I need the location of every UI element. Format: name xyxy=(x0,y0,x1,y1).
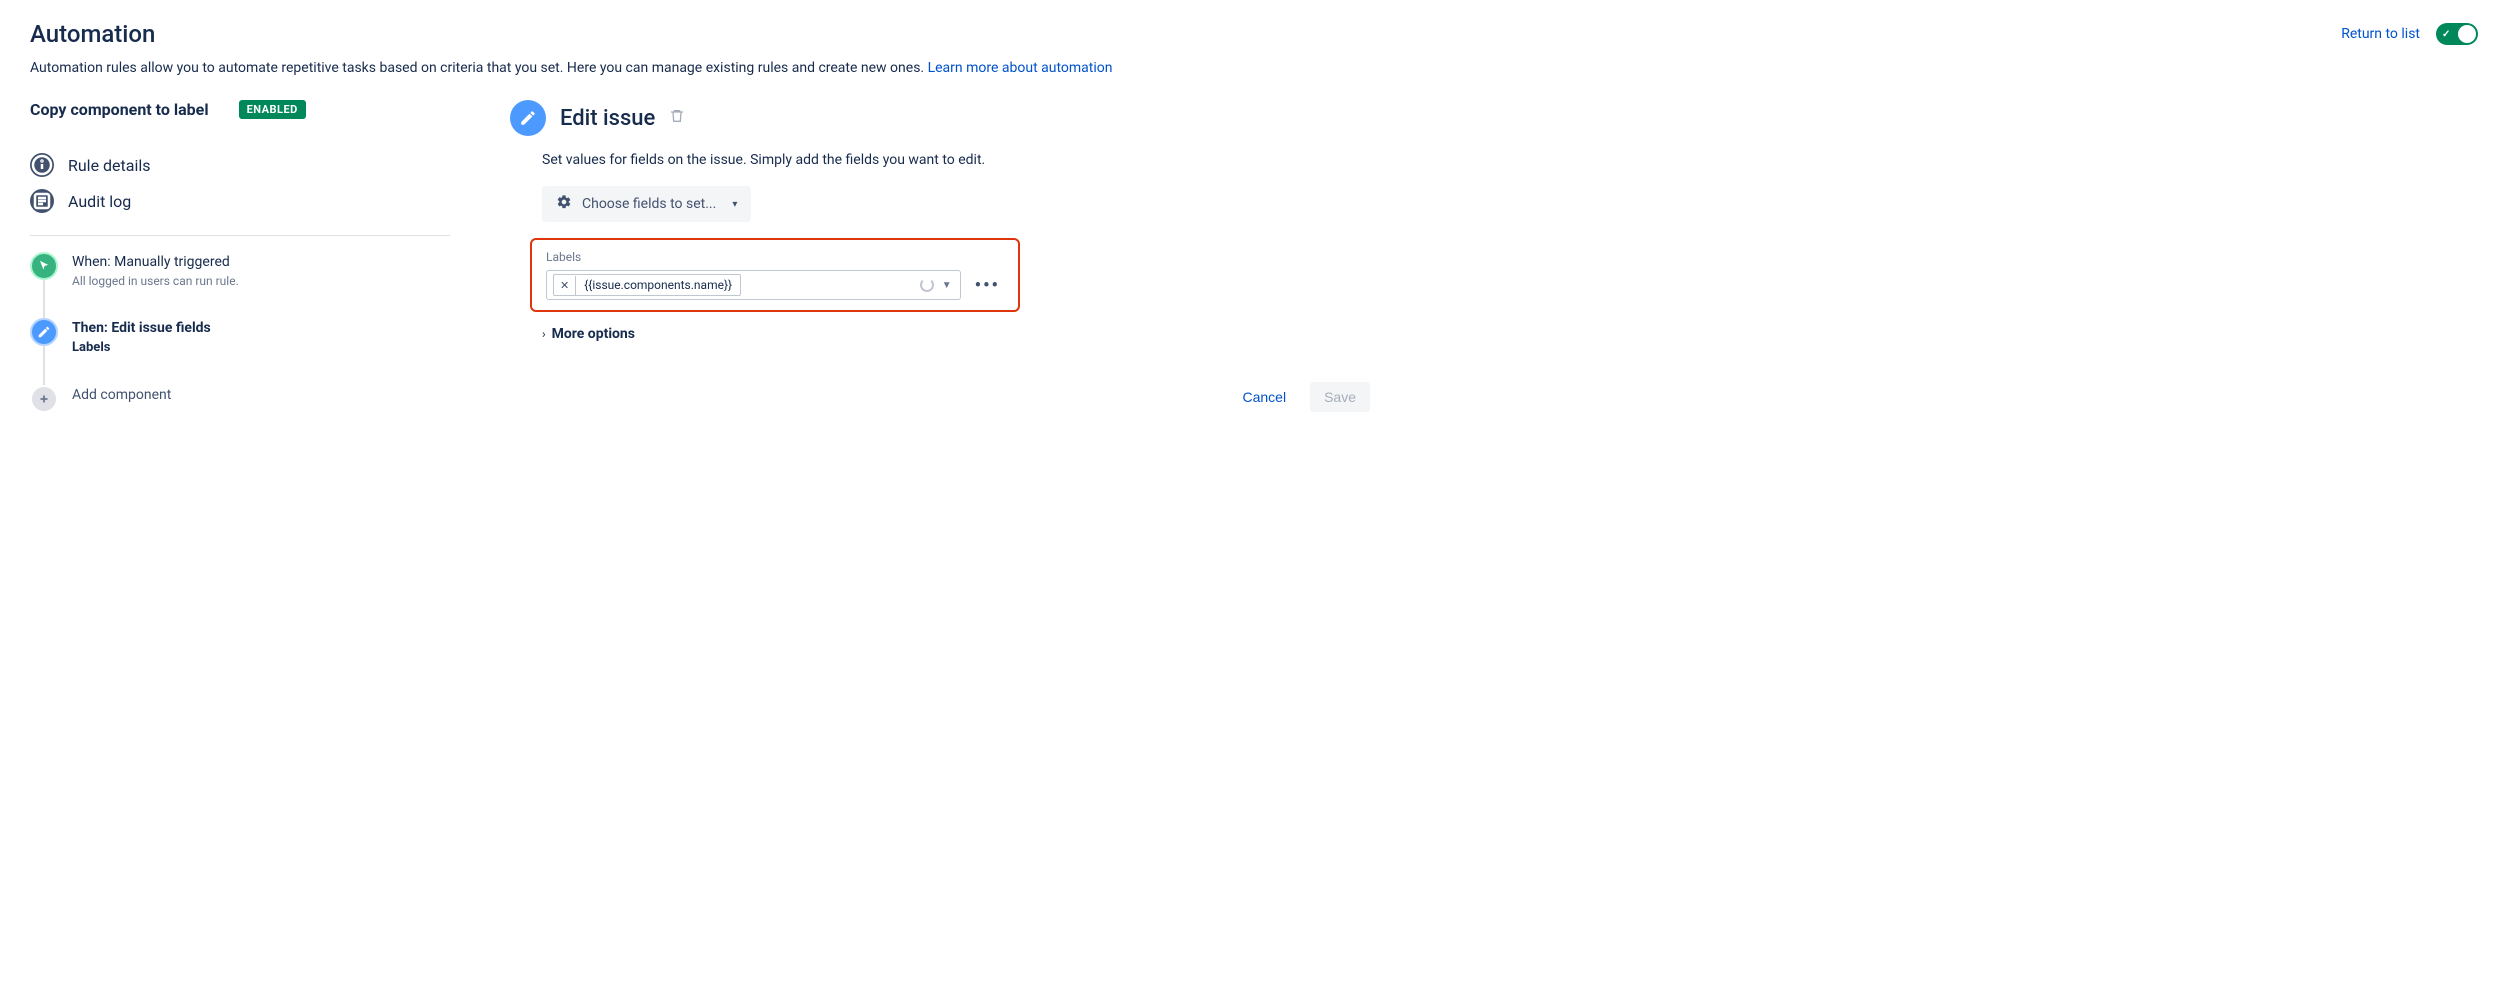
chevron-down-icon: ▾ xyxy=(732,199,737,210)
more-options-toggle[interactable]: ›More options xyxy=(542,326,2478,342)
plus-icon xyxy=(30,385,58,413)
nav-rule-details[interactable]: Rule details xyxy=(30,147,450,183)
step-title: Add component xyxy=(72,387,171,403)
flow-step-then[interactable]: Then: Edit issue fields Labels xyxy=(30,318,450,385)
label-token: ✕ {{issue.components.name}} xyxy=(553,274,741,296)
pencil-icon xyxy=(30,318,58,346)
choose-fields-label: Choose fields to set... xyxy=(582,196,716,212)
choose-fields-button[interactable]: Choose fields to set... ▾ xyxy=(542,186,751,222)
nav-label: Audit log xyxy=(68,192,131,211)
flow-step-when[interactable]: When: Manually triggered All logged in u… xyxy=(30,252,450,318)
chevron-down-icon: ▼ xyxy=(942,280,952,291)
editor-title: Edit issue xyxy=(560,106,655,131)
pencil-icon xyxy=(510,100,546,136)
nav-label: Rule details xyxy=(68,156,151,175)
save-button[interactable]: Save xyxy=(1310,382,1370,412)
cancel-button[interactable]: Cancel xyxy=(1228,382,1300,412)
status-badge: ENABLED xyxy=(239,100,306,119)
return-to-list-link[interactable]: Return to list xyxy=(2341,26,2420,42)
learn-more-link[interactable]: Learn more about automation xyxy=(928,60,1113,76)
step-title: When: Manually triggered xyxy=(72,254,239,270)
info-icon xyxy=(30,153,54,177)
list-icon xyxy=(30,189,54,213)
rule-enabled-toggle[interactable]: ✓ xyxy=(2436,23,2478,45)
toggle-knob xyxy=(2458,25,2476,43)
labels-input[interactable]: ✕ {{issue.components.name}} ▼ xyxy=(546,270,961,300)
step-sub: All logged in users can run rule. xyxy=(72,274,239,288)
editor-description: Set values for fields on the issue. Simp… xyxy=(542,152,2478,168)
check-icon: ✓ xyxy=(2442,29,2450,40)
field-label: Labels xyxy=(546,250,1004,264)
chevron-right-icon: › xyxy=(542,327,546,341)
step-title: Then: Edit issue fields xyxy=(72,320,211,336)
gear-icon xyxy=(556,194,572,214)
more-actions-icon[interactable]: ••• xyxy=(971,275,1004,296)
flow-step-add[interactable]: Add component xyxy=(30,385,450,413)
token-value: {{issue.components.name}} xyxy=(576,275,740,295)
labels-field-group: Labels ✕ {{issue.components.name}} ▼ ••• xyxy=(530,238,1020,312)
step-sub: Labels xyxy=(72,340,211,355)
remove-token-icon[interactable]: ✕ xyxy=(554,276,576,295)
cursor-icon xyxy=(30,252,58,280)
loading-spinner-icon xyxy=(920,278,934,292)
page-title: Automation xyxy=(30,20,155,48)
rule-name: Copy component to label xyxy=(30,100,209,119)
nav-audit-log[interactable]: Audit log xyxy=(30,183,450,219)
page-description: Automation rules allow you to automate r… xyxy=(30,60,2478,76)
divider xyxy=(30,235,450,236)
trash-icon[interactable] xyxy=(669,108,685,128)
